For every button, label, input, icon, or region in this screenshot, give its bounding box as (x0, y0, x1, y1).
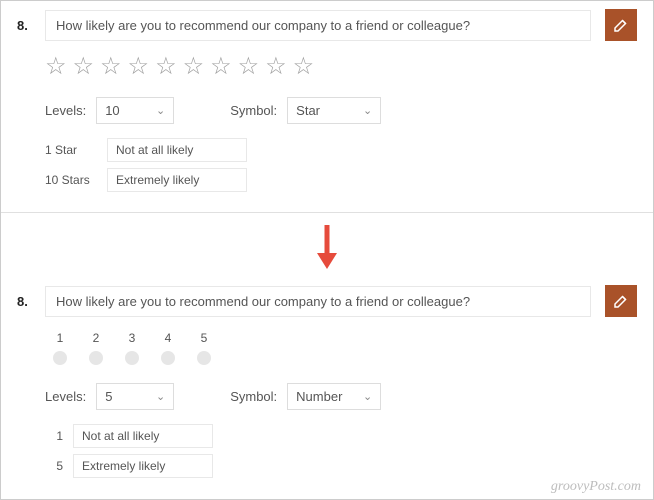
chevron-down-icon: ⌄ (156, 390, 165, 403)
legend-high-key: 10 Stars (45, 173, 97, 187)
rating-question-number: 8. How likely are you to recommend our c… (1, 277, 653, 498)
star-icon[interactable]: ☆ (45, 55, 67, 79)
legend-high: 5 Extremely likely (45, 454, 637, 478)
number-option: 3 (117, 331, 147, 365)
star-icon[interactable]: ☆ (183, 55, 205, 79)
legend-low: 1 Not at all likely (45, 424, 637, 448)
number-label: 5 (201, 331, 208, 345)
symbol-dropdown[interactable]: Number ⌄ (287, 383, 381, 410)
radio-button[interactable] (53, 351, 67, 365)
chevron-down-icon: ⌄ (363, 390, 372, 403)
edit-icon (612, 292, 630, 310)
edit-button[interactable] (605, 9, 637, 41)
rating-question-star: 8. How likely are you to recommend our c… (1, 1, 653, 213)
rating-controls: Levels: 5 ⌄ Symbol: Number ⌄ (45, 383, 637, 410)
number-option: 5 (189, 331, 219, 365)
radio-button[interactable] (161, 351, 175, 365)
chevron-down-icon: ⌄ (363, 104, 372, 117)
levels-dropdown[interactable]: 5 ⌄ (96, 383, 174, 410)
transition-arrow (1, 213, 653, 277)
star-icon[interactable]: ☆ (210, 55, 232, 79)
question-header: 8. How likely are you to recommend our c… (17, 285, 637, 317)
legend-high-key: 5 (45, 459, 63, 473)
star-icon[interactable]: ☆ (155, 55, 177, 79)
star-icon[interactable]: ☆ (128, 55, 150, 79)
legend-high-input[interactable]: Extremely likely (73, 454, 213, 478)
legend-low-input[interactable]: Not at all likely (107, 138, 247, 162)
edit-button[interactable] (605, 285, 637, 317)
edit-icon (612, 16, 630, 34)
radio-button[interactable] (89, 351, 103, 365)
star-rating-row: ☆ ☆ ☆ ☆ ☆ ☆ ☆ ☆ ☆ ☆ (45, 55, 637, 79)
legend-high: 10 Stars Extremely likely (45, 168, 637, 192)
radio-button[interactable] (197, 351, 211, 365)
star-icon[interactable]: ☆ (73, 55, 95, 79)
symbol-dropdown[interactable]: Star ⌄ (287, 97, 381, 124)
question-header: 8. How likely are you to recommend our c… (17, 9, 637, 41)
number-rating-row: 1 2 3 4 5 (45, 331, 637, 365)
symbol-value: Star (296, 103, 320, 118)
star-icon[interactable]: ☆ (265, 55, 287, 79)
symbol-label: Symbol: (230, 103, 277, 118)
levels-value: 5 (105, 389, 112, 404)
question-number: 8. (17, 18, 31, 33)
arrow-down-icon (312, 223, 342, 271)
levels-dropdown[interactable]: 10 ⌄ (96, 97, 174, 124)
legend-high-input[interactable]: Extremely likely (107, 168, 247, 192)
star-icon[interactable]: ☆ (100, 55, 122, 79)
number-label: 3 (129, 331, 136, 345)
radio-button[interactable] (125, 351, 139, 365)
number-label: 1 (57, 331, 64, 345)
star-icon[interactable]: ☆ (293, 55, 315, 79)
legend-low-key: 1 Star (45, 143, 97, 157)
question-text-input[interactable]: How likely are you to recommend our comp… (45, 286, 591, 317)
symbol-value: Number (296, 389, 342, 404)
levels-label: Levels: (45, 389, 86, 404)
watermark: groovyPost.com (551, 479, 641, 495)
legend-low: 1 Star Not at all likely (45, 138, 637, 162)
symbol-label: Symbol: (230, 389, 277, 404)
number-option: 2 (81, 331, 111, 365)
number-label: 4 (165, 331, 172, 345)
levels-value: 10 (105, 103, 119, 118)
legend-low-key: 1 (45, 429, 63, 443)
legend-low-input[interactable]: Not at all likely (73, 424, 213, 448)
question-number: 8. (17, 294, 31, 309)
number-label: 2 (93, 331, 100, 345)
levels-label: Levels: (45, 103, 86, 118)
rating-controls: Levels: 10 ⌄ Symbol: Star ⌄ (45, 97, 637, 124)
number-option: 4 (153, 331, 183, 365)
chevron-down-icon: ⌄ (156, 104, 165, 117)
question-text-input[interactable]: How likely are you to recommend our comp… (45, 10, 591, 41)
star-icon[interactable]: ☆ (238, 55, 260, 79)
number-option: 1 (45, 331, 75, 365)
